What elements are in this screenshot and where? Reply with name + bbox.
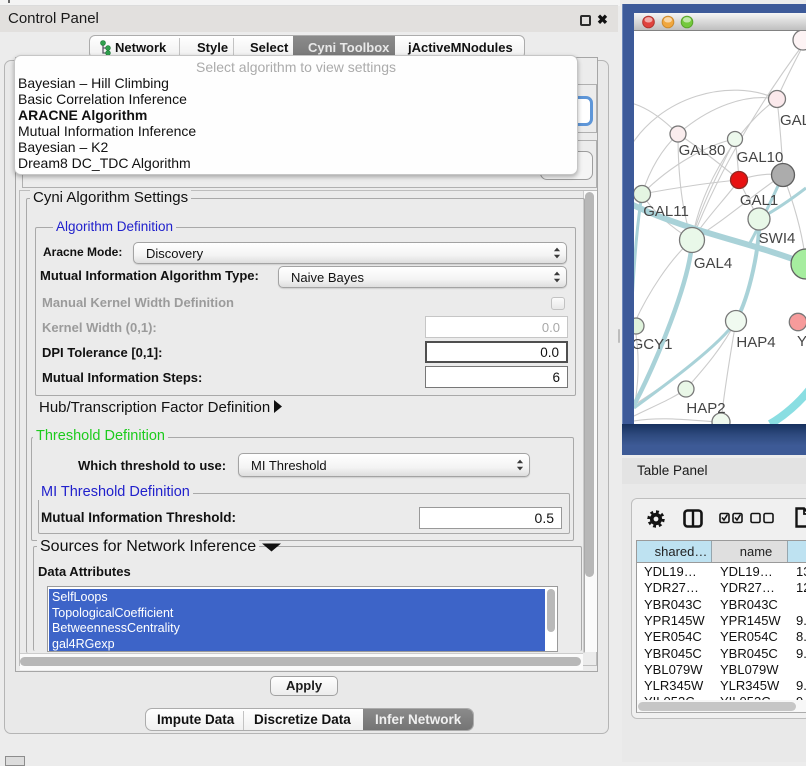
svg-text:HAP2: HAP2: [686, 400, 725, 417]
svg-text:GAL80: GAL80: [679, 142, 726, 159]
svg-text:HAP4: HAP4: [736, 334, 775, 351]
svg-text:GAL4: GAL4: [694, 255, 732, 272]
svg-text:SWI4: SWI4: [759, 230, 796, 247]
svg-text:GAL11: GAL11: [643, 203, 689, 220]
svg-text:GAL2: GAL2: [780, 112, 806, 129]
svg-text:GAL1: GAL1: [740, 192, 778, 209]
svg-text:GAL10: GAL10: [737, 149, 784, 166]
svg-text:YMR0: YMR0: [797, 333, 806, 350]
svg-text:GCY1: GCY1: [634, 336, 672, 353]
